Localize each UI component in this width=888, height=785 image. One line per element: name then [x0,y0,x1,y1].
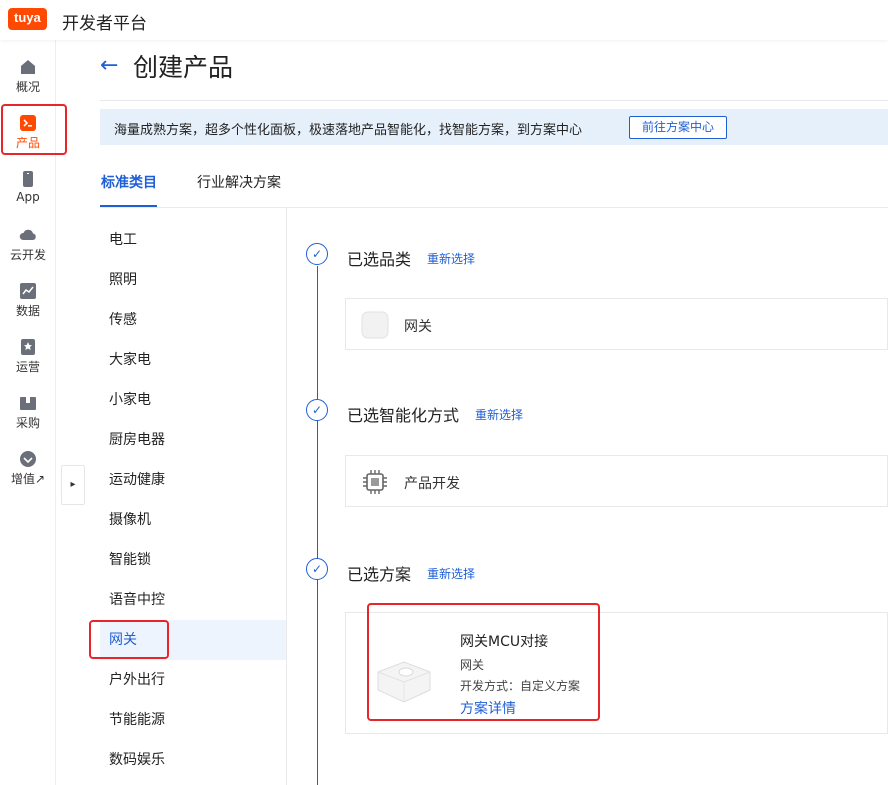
highlight-box-nav [1,104,67,155]
nav-label: 增值↗ [10,472,46,486]
back-arrow-icon[interactable]: ← [100,53,118,78]
banner-text: 海量成熟方案，超多个性化面板，极速落地产品智能化，找智能方案，到方案中心 [114,123,583,138]
category-item[interactable]: 摄像机 [100,500,286,540]
category-item[interactable]: 节能能源 [100,700,286,740]
chip-icon [363,470,387,494]
card-label: 产品开发 [404,476,460,492]
check-icon: ✓ [306,399,328,421]
bookmark-icon [21,339,35,355]
check-icon: ✓ [306,558,328,580]
nav-label: 数据 [15,304,40,318]
step-title-smart-method: 已选智能化方式 [347,406,460,425]
tab-standard-category[interactable]: 标准类目 [101,172,157,192]
divider [100,207,888,208]
reselect-category-link[interactable]: 重新选择 [427,250,475,267]
reselect-solution-link[interactable]: 重新选择 [427,565,475,582]
box-icon [20,397,36,410]
tuya-logo[interactable]: tuya [8,8,47,30]
category-item[interactable]: 大家电 [100,340,286,380]
category-item[interactable]: 数码娱乐 [100,740,286,780]
home-icon [21,60,35,74]
reselect-method-link[interactable]: 重新选择 [475,406,523,423]
check-icon: ✓ [306,243,328,265]
highlight-box-category [89,620,169,659]
step-title-solution: 已选方案 [347,565,412,584]
category-item[interactable]: 小家电 [100,380,286,420]
gateway-device-icon [361,311,389,339]
phone-icon [23,171,33,187]
nav-item-overview[interactable]: 概况 [0,52,56,102]
nav-item-value-added[interactable]: 增值↗ [0,444,56,494]
category-item[interactable]: 传感 [100,300,286,340]
chart-icon [20,283,36,299]
nav-item-app[interactable]: App [0,164,56,214]
go-solution-center-button[interactable]: 前往方案中心 [629,116,727,139]
category-item[interactable]: 电工 [100,220,286,260]
nav-item-purchase[interactable]: 采购 [0,388,56,438]
page-title: 创建产品 [133,53,234,82]
category-item[interactable]: 照明 [100,260,286,300]
nav-item-data[interactable]: 数据 [0,276,56,326]
heart-icon [20,451,36,467]
nav-label: 采购 [15,416,40,430]
category-item[interactable]: 运动健康 [100,460,286,500]
selected-category-card: 网关 [345,298,888,350]
nav-label: App [16,190,40,204]
nav-item-operation[interactable]: 运营 [0,332,56,382]
solution-banner: 海量成熟方案，超多个性化面板，极速落地产品智能化，找智能方案，到方案中心 前往方… [100,109,888,145]
nav-label: 运营 [15,360,40,374]
divider [100,100,888,101]
divider [286,208,287,785]
nav-label: 云开发 [9,248,46,262]
nav-label: 概况 [15,80,40,94]
platform-name: 开发者平台 [62,14,147,34]
nav-item-cloud-dev[interactable]: 云开发 [0,220,56,270]
collapse-toggle-button[interactable]: ▸ [61,465,85,505]
step-timeline [317,266,318,785]
category-item[interactable]: 智能锁 [100,540,286,580]
category-item[interactable]: 厨房电器 [100,420,286,460]
cloud-icon [19,229,36,240]
highlight-box-solution [367,603,600,721]
top-bar: tuya 开发者平台 [0,0,888,40]
category-item[interactable]: 语音中控 [100,580,286,620]
step-title-category: 已选品类 [347,250,412,269]
category-item[interactable]: 户外出行 [100,660,286,700]
card-label: 网关 [404,319,432,335]
tab-industry-solutions[interactable]: 行业解决方案 [197,172,281,192]
selected-method-card: 产品开发 [345,455,888,507]
